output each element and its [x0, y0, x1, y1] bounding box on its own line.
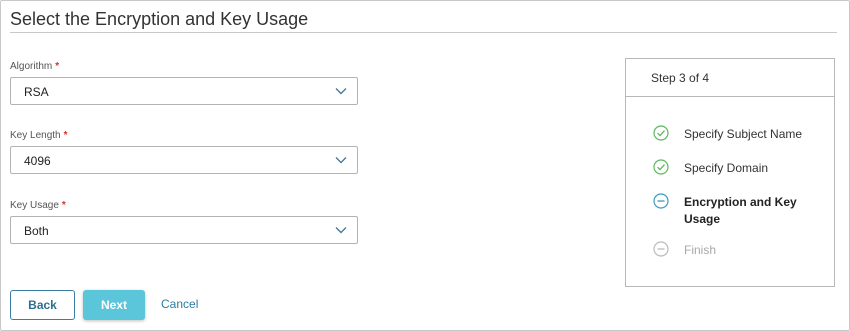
step-label: Finish: [684, 243, 717, 257]
step-counter: Step 3 of 4: [651, 71, 710, 85]
check-circle-icon: [653, 125, 669, 141]
key-length-label-text: Key Length: [10, 130, 61, 141]
key-usage-label-text: Key Usage: [10, 200, 59, 211]
page-title: Select the Encryption and Key Usage: [10, 9, 309, 29]
minus-circle-icon: [653, 241, 669, 257]
key-usage-label: Key Usage *: [10, 200, 66, 211]
step-label: Encryption and Key Usage: [684, 195, 797, 226]
check-circle-icon: [653, 159, 669, 175]
title-divider: [10, 32, 837, 33]
key-usage-select[interactable]: Both: [10, 216, 358, 244]
next-button[interactable]: Next: [83, 290, 145, 320]
algorithm-label-text: Algorithm: [10, 61, 53, 72]
chevron-down-icon: [335, 88, 347, 95]
required-asterisk: *: [63, 130, 68, 141]
back-button[interactable]: Back: [10, 290, 75, 320]
cancel-link[interactable]: Cancel: [161, 297, 198, 311]
chevron-down-icon: [335, 227, 347, 234]
wizard-steps-panel: Step 3 of 4 Specify Subject Name Specify…: [625, 58, 835, 287]
steps-header: Step 3 of 4: [626, 59, 834, 97]
key-length-select[interactable]: 4096: [10, 146, 358, 174]
algorithm-label: Algorithm *: [10, 61, 59, 72]
minus-circle-icon: [653, 193, 669, 209]
algorithm-select-value: RSA: [24, 85, 49, 99]
required-asterisk: *: [61, 200, 66, 211]
step-label: Specify Domain: [684, 161, 769, 175]
key-length-label: Key Length *: [10, 130, 68, 141]
required-asterisk: *: [55, 61, 60, 72]
chevron-down-icon: [335, 157, 347, 164]
algorithm-select[interactable]: RSA: [10, 77, 358, 105]
step-label: Specify Subject Name: [684, 127, 803, 141]
key-usage-select-value: Both: [24, 224, 49, 238]
key-length-select-value: 4096: [24, 154, 51, 168]
